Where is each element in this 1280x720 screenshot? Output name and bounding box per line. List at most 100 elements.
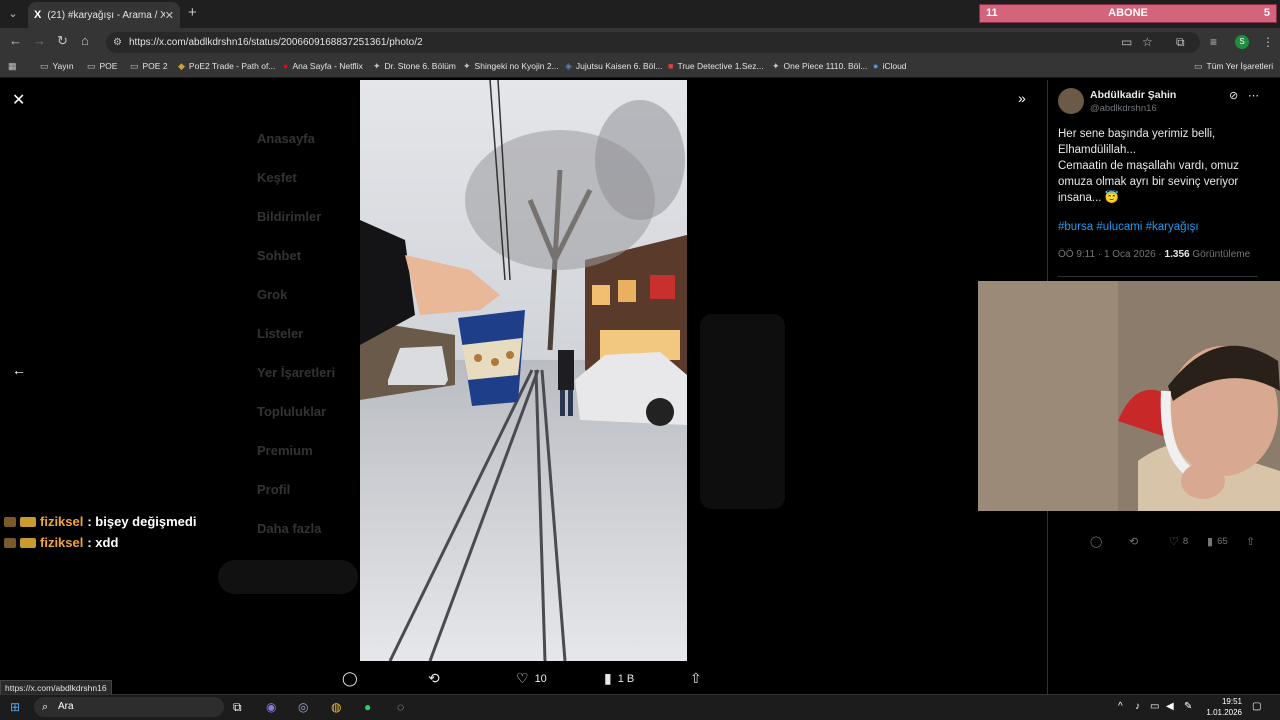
tab-active[interactable]: X (21) #karyağışı - Arama / X ✕	[28, 2, 180, 28]
site-icon: ✦	[772, 60, 780, 71]
reload-icon[interactable]: ↻	[57, 33, 68, 49]
folder-icon: ▭	[1194, 60, 1203, 71]
more-icon[interactable]: ⋯	[1248, 89, 1259, 102]
search-icon: ⌕	[42, 701, 49, 713]
author-name[interactable]: Abdülkadir Şahin	[1090, 89, 1176, 101]
grok-icon[interactable]: ⊘	[1229, 89, 1238, 102]
tweet-hashtags[interactable]: #bursa #ulucami #karyağışı	[1058, 221, 1199, 233]
tab-title: (21) #karyağışı - Arama / X	[47, 9, 165, 21]
bookmark-star-icon[interactable]: ☆	[1142, 34, 1153, 50]
previous-photo-icon[interactable]: ←	[12, 362, 26, 378]
menu-icon[interactable]: ⋮	[1262, 34, 1274, 50]
bookmark-item[interactable]: ■ True Detective 1.Sez...	[668, 58, 764, 74]
bookmark-item[interactable]: ▭ POE	[87, 58, 117, 74]
bg-nav-item: Profil	[257, 482, 291, 497]
tweet-photo[interactable]	[360, 80, 687, 661]
task-view-icon[interactable]: ⧉	[233, 699, 242, 715]
clock[interactable]: 19:51 1.01.2026	[1196, 696, 1242, 718]
bookmark-item[interactable]: ▭ Yayın	[40, 58, 74, 74]
streamer-webcam	[978, 281, 1280, 511]
forward-icon[interactable]: →	[33, 33, 46, 49]
sub-badge-icon	[20, 537, 36, 548]
bg-nav-item: Bildirimler	[257, 209, 322, 224]
all-bookmarks[interactable]: ▭ Tüm Yer İşaretleri	[1194, 58, 1273, 74]
tray-chevron-icon[interactable]: ^	[1118, 701, 1123, 712]
reading-list-icon[interactable]: ≡	[1210, 34, 1217, 50]
bg-nav-item: Grok	[257, 287, 288, 302]
bg-nav-item: Sohbet	[257, 248, 302, 263]
expand-panel-icon[interactable]: »	[1018, 90, 1026, 106]
chat-message: fiziksel: bişey değişmedi	[4, 514, 196, 529]
reply-icon: ◯	[1090, 536, 1103, 548]
views-button[interactable]: ▮ 65	[1207, 535, 1228, 548]
bookmark-item[interactable]: ✦ Shingeki no Kyojin 2...	[463, 58, 559, 74]
badge-icon	[4, 516, 16, 527]
bookmark-item[interactable]: ✦ One Piece 1110. Böl...	[772, 58, 867, 74]
site-info-icon[interactable]: ⚙	[113, 32, 122, 53]
badge-icon	[4, 537, 16, 548]
new-tab-icon[interactable]: +	[188, 5, 197, 21]
extensions-icon[interactable]: ⧉	[1176, 34, 1185, 50]
repost-button[interactable]: ⟲	[1129, 535, 1142, 548]
heart-icon: ♡	[516, 670, 529, 686]
photo-repost-button[interactable]: ⟲	[428, 670, 446, 687]
snow-street-photo	[360, 80, 687, 661]
site-icon: ◈	[565, 60, 572, 71]
photo-like-button[interactable]: ♡ 10	[516, 670, 547, 687]
apps-icon[interactable]: ▦	[8, 58, 17, 74]
notifications-icon[interactable]: ▢	[1252, 701, 1261, 712]
tab-search-icon[interactable]: ⌄	[4, 5, 22, 23]
like-button[interactable]: ♡ 8	[1169, 535, 1188, 548]
volume-icon[interactable]: ◀	[1166, 701, 1174, 712]
pen-icon[interactable]: ✎	[1184, 701, 1192, 712]
mic-icon[interactable]: ♪	[1135, 701, 1140, 712]
bg-nav-item: Keşfet	[257, 170, 297, 185]
bookmark-item[interactable]: ◈ Jujutsu Kaisen 6. Böl...	[565, 58, 662, 74]
photo-views-button[interactable]: ▮ 1 B	[604, 670, 634, 687]
tweet-meta: ÖÖ 9:11 · 1 Oca 2026 · 1.356 Görüntüleme	[1058, 249, 1251, 260]
home-icon[interactable]: ⌂	[81, 33, 89, 49]
chat-message: fiziksel: xdd	[4, 535, 118, 550]
author-handle[interactable]: @abdlkdrshn16	[1090, 103, 1157, 114]
tab-close-icon[interactable]: ✕	[165, 9, 174, 22]
heart-icon: ♡	[1169, 536, 1179, 548]
close-icon[interactable]: ✕	[12, 90, 25, 110]
share-icon: ⇧	[690, 670, 702, 686]
bookmark-item[interactable]: ▭ POE 2	[130, 58, 168, 74]
bg-nav-item: Listeler	[257, 326, 304, 341]
obs-icon[interactable]: ◌	[397, 699, 404, 715]
photo-share-button[interactable]: ⇧	[690, 670, 702, 687]
repost-icon: ⟲	[428, 670, 440, 686]
share-button[interactable]: ⇧	[1246, 535, 1255, 548]
monitor-icon[interactable]: ▭	[1150, 701, 1159, 712]
address-bar[interactable]: ⚙ https://x.com/abdlkdrshn16/status/2006…	[106, 32, 1200, 53]
reply-button[interactable]: ◯	[1090, 535, 1106, 548]
share-icon: ⇧	[1246, 536, 1256, 548]
views-icon: ▮	[1207, 536, 1214, 548]
photo-reply-button[interactable]: ◯	[342, 670, 364, 687]
subscriber-goal-bar: 11 ABONE 5	[979, 4, 1277, 23]
bookmark-item[interactable]: ● Ana Sayfa - Netflix	[283, 58, 363, 74]
bookmark-item[interactable]: ● iCloud	[873, 58, 907, 74]
avatar[interactable]	[1058, 88, 1084, 114]
bg-nav-item: Anasayfa	[257, 131, 315, 146]
app-icon[interactable]: ◉	[266, 699, 276, 715]
spotify-icon[interactable]: ●	[364, 699, 371, 715]
site-icon: ✦	[463, 60, 471, 71]
folder-icon: ▭	[130, 60, 139, 71]
bookmark-item[interactable]: ◆ PoE2 Trade - Path of...	[178, 58, 275, 74]
profile-avatar[interactable]: S	[1235, 35, 1249, 49]
back-icon[interactable]: ←	[9, 33, 22, 49]
chrome-icon[interactable]: ◍	[331, 699, 341, 715]
bookmark-item[interactable]: ✦ Dr. Stone 6. Bölüm	[373, 58, 456, 74]
tweet-text: Her sene başında yerimiz belli, Elhamdül…	[1058, 128, 1239, 204]
taskbar-search[interactable]: ⌕ Ara	[34, 697, 224, 717]
steam-icon[interactable]: ◎	[298, 699, 308, 715]
windows-start-icon[interactable]: ⊞	[10, 699, 20, 715]
site-icon: ✦	[373, 60, 381, 71]
x-logo-icon: X	[34, 9, 42, 21]
views-icon: ▮	[604, 670, 612, 686]
cast-icon[interactable]: ▭	[1121, 34, 1132, 50]
icloud-icon: ●	[873, 61, 879, 71]
poe-icon: ◆	[178, 60, 185, 71]
